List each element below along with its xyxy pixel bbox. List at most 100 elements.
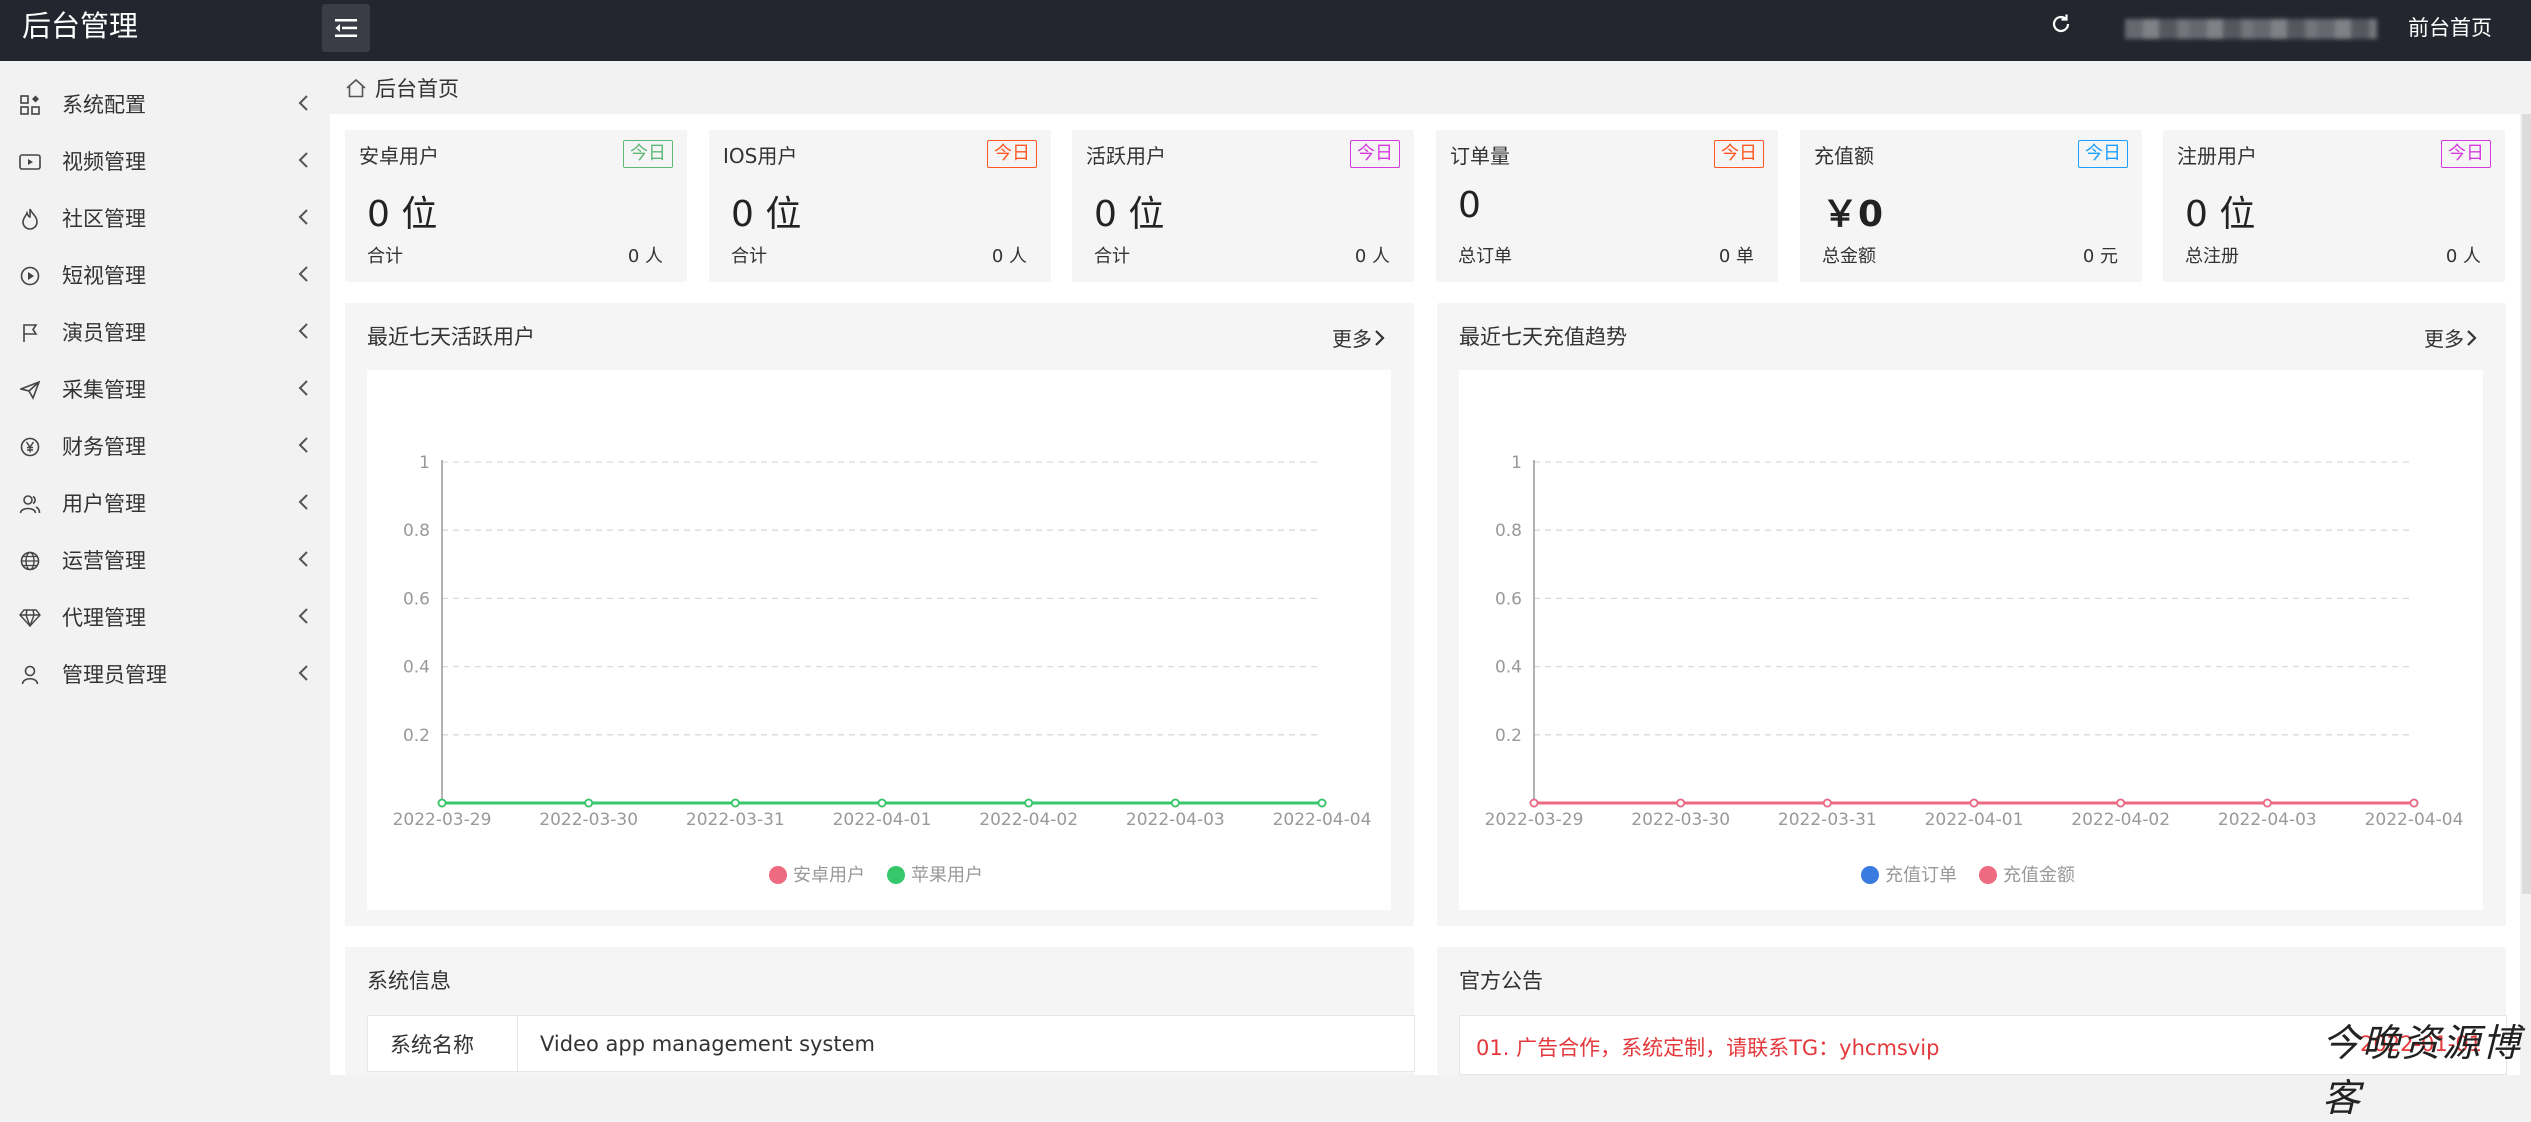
data-point: [1024, 798, 1034, 808]
chevron-left-icon: [298, 665, 308, 681]
stat-foot-value: 0 人: [991, 246, 1027, 267]
refresh-button[interactable]: [2047, 10, 2075, 38]
more-link[interactable]: 更多: [1332, 323, 1386, 352]
sidebar-item-label: 视频管理: [62, 150, 146, 174]
stat-title: 注册用户: [2177, 144, 2257, 168]
app-logo: 后台管理: [22, 9, 139, 43]
sidebar-item-label: 用户管理: [62, 492, 146, 516]
stat-value: ￥0: [1822, 194, 1884, 235]
line-chart: 1 0.8 0.6 0.4 0.2 2022-03-29 2022-03-30 2022-03…: [1485, 453, 2464, 886]
stat-title: IOS用户: [723, 144, 798, 168]
info-key: 系统名称: [367, 1015, 518, 1072]
y-tick-label: 0.8: [403, 521, 430, 541]
stat-title: 安卓用户: [359, 144, 439, 168]
sidebar-item-label: 代理管理: [62, 606, 146, 630]
chevron-left-icon: [298, 437, 308, 453]
sidebar-item-operations[interactable]: 运营管理: [0, 535, 323, 585]
legend-label: 充值订单: [1885, 865, 1957, 886]
panel-title: 系统信息: [367, 969, 451, 993]
chevron-left-icon: [298, 380, 308, 396]
sidebar-item-label: 短视管理: [62, 264, 146, 288]
yen-icon: [18, 435, 42, 459]
fire-icon: [18, 207, 42, 231]
data-point: [437, 798, 447, 808]
breadcrumb-home[interactable]: 后台首页: [375, 73, 459, 103]
stat-foot-value: 0 人: [1354, 246, 1390, 267]
stat-card-register: 注册用户 今日 0 位 总注册 0 人: [2163, 130, 2505, 282]
menu-toggle-button[interactable]: [322, 4, 370, 52]
sidebar-item-label: 社区管理: [62, 207, 146, 231]
sidebar-item-finance[interactable]: 财务管理: [0, 421, 323, 471]
x-tick-label: 2022-04-03: [1126, 810, 1225, 830]
chevron-left-icon: [298, 209, 308, 225]
sidebar-item-video[interactable]: 视频管理: [0, 136, 323, 186]
data-point: [1822, 798, 1832, 808]
chevron-right-icon: [2467, 329, 2477, 346]
stat-foot-value: 0 人: [2445, 246, 2481, 267]
x-tick-label: 2022-04-03: [2218, 810, 2317, 830]
sidebar-item-system-config[interactable]: 系统配置: [0, 79, 323, 129]
x-tick-label: 2022-03-31: [686, 810, 785, 830]
notice-item-link[interactable]: 01. 广告合作，系统定制，请联系TG：yhcmsvip: [1476, 1032, 1939, 1062]
more-label: 更多: [2424, 327, 2464, 351]
more-link[interactable]: 更多: [2424, 323, 2478, 352]
today-badge: 今日: [2078, 140, 2128, 168]
y-tick-label: 0.2: [1495, 726, 1522, 746]
play-circle-icon: [18, 264, 42, 288]
data-point: [877, 798, 887, 808]
stat-value: 0 位: [367, 194, 438, 235]
y-tick-label: 1: [1511, 453, 1522, 473]
top-header: 后台管理 前台首页: [0, 0, 2531, 61]
sidebar-item-label: 演员管理: [62, 321, 146, 345]
stat-foot-value: 0 元: [2082, 246, 2118, 267]
legend-label: 充值金额: [2003, 865, 2075, 886]
stat-value: 0 位: [1094, 194, 1165, 235]
data-point: [730, 798, 740, 808]
stat-card-ios: IOS用户 今日 0 位 合计 0 人: [709, 130, 1051, 282]
chevron-left-icon: [298, 323, 308, 339]
flag-icon: [18, 321, 42, 345]
chevron-left-icon: [298, 608, 308, 624]
chevron-left-icon: [298, 494, 308, 510]
legend-label: 安卓用户: [793, 865, 865, 886]
stat-card-recharge: 充值额 今日 ￥0 总金额 0 元: [1800, 130, 2142, 282]
sidebar-item-admins[interactable]: 管理员管理: [0, 649, 323, 699]
send-icon: [18, 378, 42, 402]
home-icon: [346, 78, 366, 98]
today-badge: 今日: [623, 140, 673, 168]
sidebar-item-label: 运营管理: [62, 549, 146, 573]
user-info-blurred[interactable]: [2125, 19, 2377, 39]
sidebar-item-short-video[interactable]: 短视管理: [0, 250, 323, 300]
y-tick-label: 0.8: [1495, 521, 1522, 541]
sidebar-item-agents[interactable]: 代理管理: [0, 592, 323, 642]
globe-icon: [18, 549, 42, 573]
today-badge: 今日: [987, 140, 1037, 168]
sidebar-item-label: 管理员管理: [62, 663, 167, 687]
sidebar-item-collect[interactable]: 采集管理: [0, 364, 323, 414]
panel-title: 官方公告: [1459, 969, 1543, 993]
today-badge: 今日: [2441, 140, 2491, 168]
data-point: [2262, 798, 2272, 808]
x-tick-label: 2022-04-01: [833, 810, 932, 830]
chevron-left-icon: [298, 551, 308, 567]
sidebar-item-community[interactable]: 社区管理: [0, 193, 323, 243]
panel-title: 最近七天充值趋势: [1459, 325, 1627, 349]
menu-fold-icon: [335, 19, 357, 37]
stat-title: 活跃用户: [1086, 144, 1166, 168]
scrollbar[interactable]: [2522, 114, 2531, 894]
stat-foot-label: 合计: [367, 246, 403, 267]
video-icon: [18, 150, 42, 174]
chevron-right-icon: [1375, 329, 1385, 346]
x-tick-label: 2022-03-31: [1778, 810, 1877, 830]
chevron-left-icon: [298, 95, 308, 111]
sidebar-item-label: 采集管理: [62, 378, 146, 402]
front-home-link[interactable]: 前台首页: [2408, 12, 2492, 42]
stat-card-orders: 订单量 今日 0 总订单 0 单: [1436, 130, 1778, 282]
stat-foot-label: 合计: [1094, 246, 1130, 267]
stat-foot-label: 总注册: [2185, 246, 2239, 267]
data-point: [2116, 798, 2126, 808]
active-users-chart: 1 0.8 0.6 0.4 0.2 2022-03-29 2022-03-30 2022-03…: [367, 370, 1391, 910]
sidebar-item-actors[interactable]: 演员管理: [0, 307, 323, 357]
system-info-table: 系统名称 Video app management system: [367, 1015, 1415, 1072]
sidebar-item-users[interactable]: 用户管理: [0, 478, 323, 528]
